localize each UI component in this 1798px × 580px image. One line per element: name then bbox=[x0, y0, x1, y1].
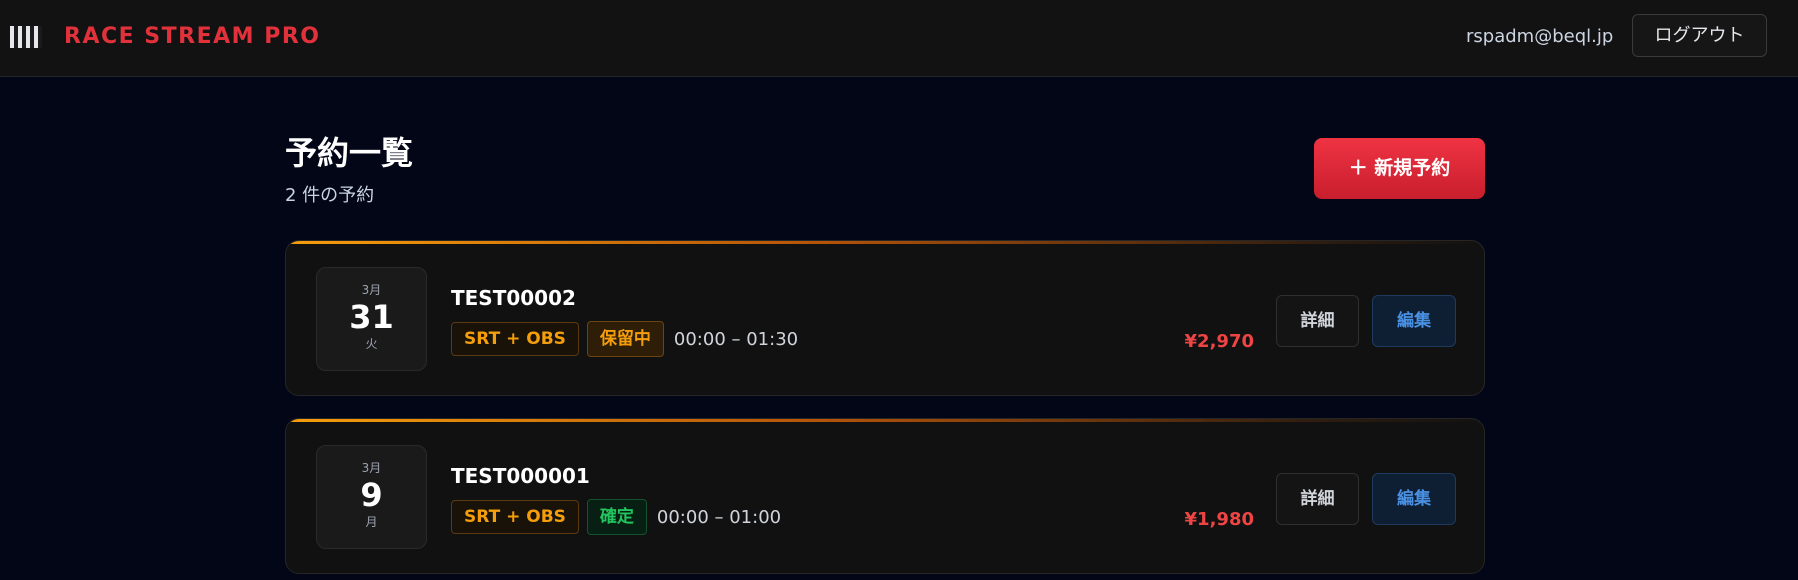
page-title: 予約一覧 bbox=[285, 134, 414, 172]
date-weekday: 月 bbox=[365, 515, 378, 529]
edit-button[interactable]: 編集 bbox=[1372, 473, 1456, 525]
reservation-card: 3月 31 火 TEST00002 SRT + OBS 保留中 00:00 – … bbox=[285, 240, 1485, 396]
edit-button[interactable]: 編集 bbox=[1372, 295, 1456, 347]
brand-name[interactable]: RACE STREAM PRO bbox=[64, 22, 320, 52]
top-bar: RACE STREAM PRO rspadm@beql.jp ログアウト bbox=[0, 0, 1798, 77]
reservation-tags: SRT + OBS 保留中 00:00 – 01:30 bbox=[451, 321, 798, 357]
price: ¥1,980 bbox=[1184, 509, 1254, 530]
card-accent-bar bbox=[286, 241, 1484, 244]
reservation-id: TEST000001 bbox=[451, 464, 590, 488]
status-badge: 確定 bbox=[586, 499, 647, 535]
date-day: 31 bbox=[349, 298, 394, 336]
reservation-id: TEST00002 bbox=[451, 286, 576, 310]
date-box: 3月 9 月 bbox=[316, 445, 427, 549]
date-day: 9 bbox=[360, 476, 383, 514]
reservation-tags: SRT + OBS 確定 00:00 – 01:00 bbox=[451, 499, 781, 535]
price: ¥2,970 bbox=[1184, 331, 1254, 352]
card-accent-bar bbox=[286, 419, 1484, 422]
date-box: 3月 31 火 bbox=[316, 267, 427, 371]
date-weekday: 火 bbox=[365, 337, 378, 351]
date-month: 3月 bbox=[361, 461, 382, 475]
status-badge: 保留中 bbox=[586, 321, 664, 357]
time-range: 00:00 – 01:00 bbox=[656, 506, 782, 528]
reservation-count: 2 件の予約 bbox=[285, 185, 375, 206]
time-range: 00:00 – 01:30 bbox=[673, 328, 799, 350]
reservation-card: 3月 9 月 TEST000001 SRT + OBS 確定 00:00 – 0… bbox=[285, 418, 1485, 574]
plan-badge: SRT + OBS bbox=[451, 322, 579, 356]
user-email: rspadm@beql.jp bbox=[1466, 26, 1614, 47]
checkered-flag-icon bbox=[10, 26, 42, 48]
new-reservation-button[interactable]: ＋ 新規予約 bbox=[1314, 138, 1485, 199]
date-month: 3月 bbox=[361, 283, 382, 297]
detail-button[interactable]: 詳細 bbox=[1276, 295, 1359, 347]
detail-button[interactable]: 詳細 bbox=[1276, 473, 1359, 525]
plan-badge: SRT + OBS bbox=[451, 500, 579, 534]
logout-button[interactable]: ログアウト bbox=[1632, 14, 1767, 57]
